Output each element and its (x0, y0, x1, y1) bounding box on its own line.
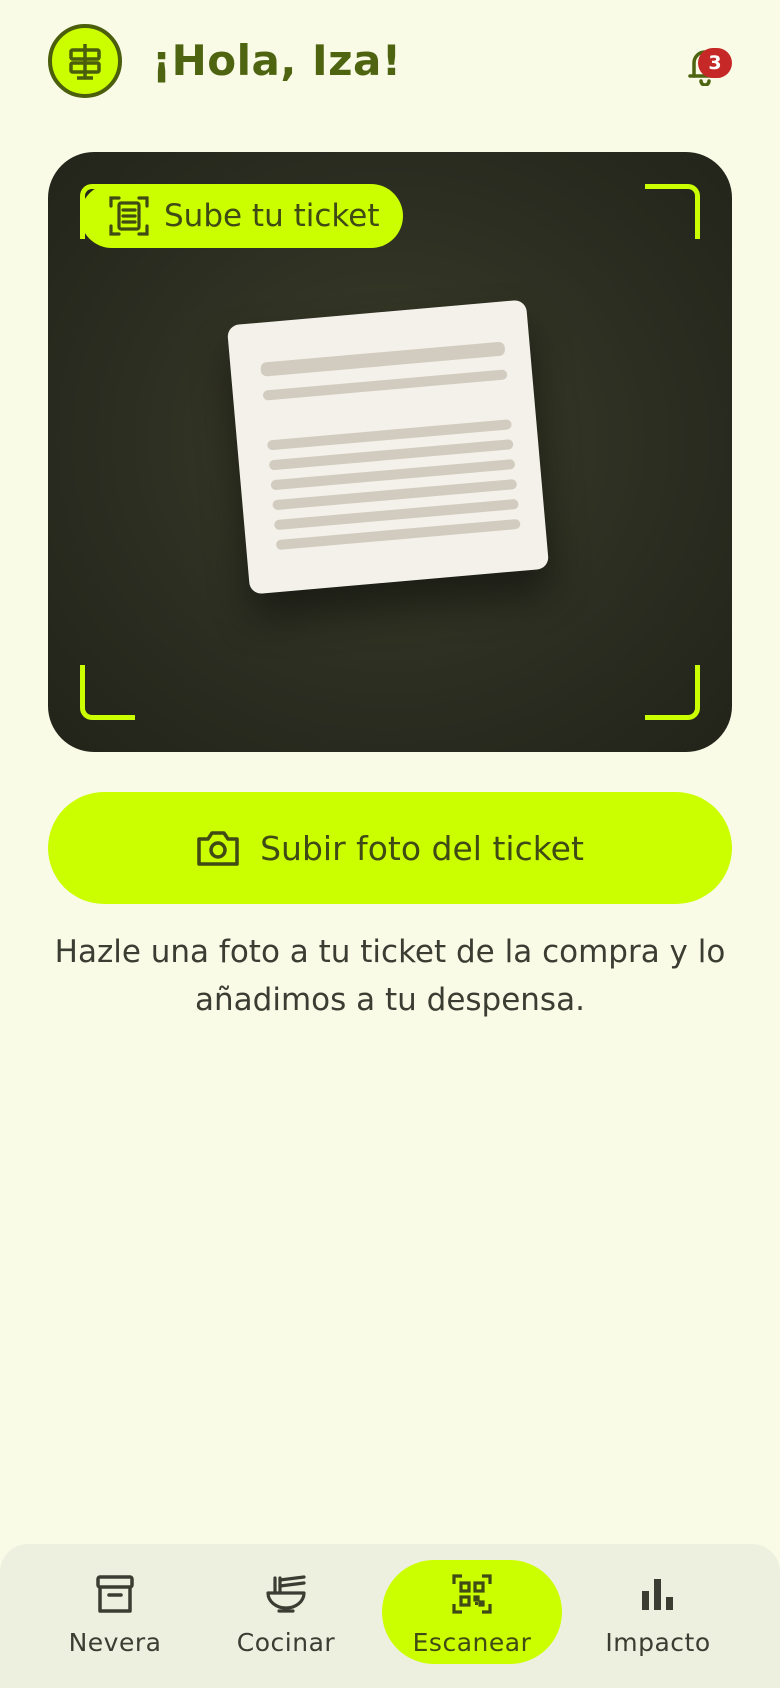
upload-photo-button[interactable]: Subir foto del ticket (48, 792, 732, 904)
nav-label-nevera: Nevera (68, 1628, 162, 1657)
bar-chart-icon (642, 1579, 673, 1610)
greeting-title: ¡Hola, Iza! (152, 36, 402, 85)
receipt-line (260, 341, 506, 377)
upload-photo-button-label: Subir foto del ticket (260, 828, 584, 868)
nav-item-impacto[interactable]: Impacto (583, 1544, 733, 1688)
nav-label-impacto: Impacto (605, 1628, 711, 1657)
ticket-scanner-area[interactable]: Sube tu ticket (48, 152, 732, 752)
noodle-bowl-icon (266, 1575, 306, 1613)
frame-corner-bottom-left (80, 665, 135, 720)
nav-item-cocinar[interactable]: Cocinar (211, 1544, 361, 1688)
qr-scan-icon (452, 1574, 492, 1614)
receipt-illustration (226, 299, 550, 595)
signpost-icon (69, 44, 101, 80)
upload-ticket-chip: Sube tu ticket (80, 184, 404, 248)
nav-label-cocinar: Cocinar (236, 1628, 336, 1657)
nav-label-escanear: Escanear (412, 1628, 532, 1657)
nav-item-nevera[interactable]: Nevera (40, 1544, 190, 1688)
app-header: ¡Hola, Iza! 3 (48, 24, 732, 106)
frame-corner-bottom-right (645, 665, 700, 720)
receipt-scan-icon (109, 196, 149, 236)
profile-avatar[interactable] (48, 24, 122, 98)
nav-item-escanear[interactable]: Escanear (382, 1544, 562, 1688)
camera-icon (197, 831, 239, 866)
upload-ticket-chip-label: Sube tu ticket (164, 198, 380, 234)
upload-hint-text: Hazle una foto a tu ticket de la compra … (54, 934, 726, 1018)
bottom-navigation: Nevera Cocinar Escanear Impacto (0, 1544, 780, 1688)
archive-box-icon (96, 1575, 134, 1613)
receipt-line (262, 369, 508, 401)
notifications-button[interactable]: 3 (688, 42, 732, 88)
frame-corner-top-right (645, 184, 700, 239)
notification-badge: 3 (698, 48, 732, 78)
